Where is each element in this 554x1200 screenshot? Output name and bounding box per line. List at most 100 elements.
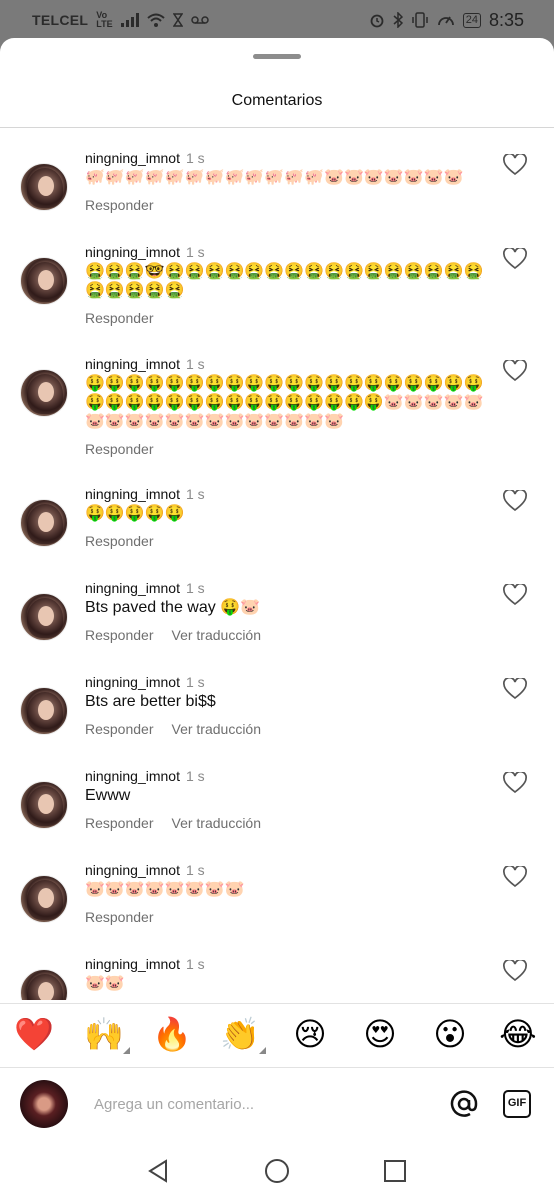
avatar[interactable] — [20, 875, 68, 923]
sheet-title: Comentarios — [231, 92, 323, 109]
skin-tone-indicator — [259, 1047, 266, 1054]
comment-actions: Responder — [85, 310, 154, 326]
heart-emoji-button[interactable]: ❤️ — [14, 1014, 54, 1054]
avatar[interactable] — [20, 969, 68, 1000]
comment-row: ningning_imnot 1 s 🐖🐖🐖🐖🐖🐖🐖🐖🐖🐖🐖🐖🐷🐷🐷🐷🐷🐷🐷 Resp… — [0, 150, 554, 240]
fire-emoji-button[interactable]: 🔥 — [152, 1014, 192, 1054]
clock: 8:35 — [488, 9, 524, 30]
comment-username[interactable]: ningning_imnot — [85, 486, 180, 502]
comment-username[interactable]: ningning_imnot — [85, 244, 180, 260]
gif-icon[interactable]: GIF — [503, 1090, 531, 1118]
reply-button[interactable]: Responder — [85, 310, 154, 326]
heart-outline-icon[interactable] — [503, 864, 527, 888]
comment-row: ningning_imnot 1 s 🤑🤑🤑🤑🤑🤑🤑🤑🤑🤑🤑🤑🤑🤑🤑🤑🤑🤑🤑🤑🤑🤑🤑… — [0, 356, 554, 457]
comment-header: ningning_imnot 1 s — [85, 244, 205, 260]
circle-home-icon[interactable] — [263, 1157, 291, 1185]
comment-text: Ewww — [85, 787, 131, 804]
comment-time: 1 s — [185, 486, 205, 502]
battery-level: 24 — [462, 12, 481, 28]
comment-time: 1 s — [185, 244, 205, 260]
comment-row: ningning_imnot 1 s Ewww Responder Ver traduc… — [0, 768, 554, 858]
comment-row: ningning_imnot 1 s 🐷🐷 — [0, 956, 554, 1000]
see-translation-button[interactable]: Ver traducción — [172, 721, 262, 737]
comment-username[interactable]: ningning_imnot — [85, 150, 180, 166]
quick-emoji-bar: ❤️ 🙌 🔥 👏 😢 😍 😮 😂 — [0, 1003, 554, 1067]
alarm-icon — [370, 14, 384, 28]
heart-outline-icon[interactable] — [503, 358, 527, 382]
comment-header: ningning_imnot 1 s — [85, 768, 205, 784]
emoji-glyph: 👏 — [220, 1016, 260, 1052]
comment-actions: Responder — [85, 909, 154, 925]
avatar[interactable] — [20, 163, 68, 211]
reply-button[interactable]: Responder — [85, 909, 154, 925]
see-translation-button[interactable]: Ver traducción — [172, 815, 262, 831]
comment-row: ningning_imnot 1 s 🤑🤑🤑🤑🤑 Responder — [0, 486, 554, 576]
comment-text: Bts are better bi$$ — [85, 693, 216, 710]
at-sign-icon[interactable] — [450, 1090, 478, 1118]
emoji-glyph: ❤️ — [14, 1016, 54, 1052]
heart-outline-icon[interactable] — [503, 770, 527, 794]
raised-hands-emoji-button[interactable]: 🙌 — [84, 1014, 130, 1054]
reply-button[interactable]: Responder — [85, 197, 154, 213]
avatar[interactable] — [20, 499, 68, 547]
drag-handle[interactable] — [253, 54, 301, 59]
comment-actions: Responder Ver traducción — [85, 721, 261, 737]
comments-list[interactable]: ningning_imnot 1 s 🐖🐖🐖🐖🐖🐖🐖🐖🐖🐖🐖🐖🐷🐷🐷🐷🐷🐷🐷 Resp… — [0, 128, 554, 1000]
voicemail-icon — [190, 16, 209, 24]
avatar[interactable] — [20, 593, 68, 641]
comment-row: ningning_imnot 1 s 🤮🤮🤮🤓🤮🤮🤮🤮🤮🤮🤮🤮🤮🤮🤮🤮🤮🤮🤮🤮🤮🤮🤮… — [0, 244, 554, 334]
comment-username[interactable]: ningning_imnot — [85, 356, 180, 372]
bluetooth-icon — [393, 12, 403, 28]
comment-actions: Responder Ver traducción — [85, 627, 261, 643]
comment-composer: GIF — [0, 1067, 554, 1141]
reply-button[interactable]: Responder — [85, 815, 154, 831]
comment-text: 🐷🐷 — [85, 975, 125, 992]
comment-time: 1 s — [185, 356, 205, 372]
heart-outline-icon[interactable] — [503, 152, 527, 176]
comment-text: 🤑🤑🤑🤑🤑🤑🤑🤑🤑🤑🤑🤑🤑🤑🤑🤑🤑🤑🤑🤑🤑🤑🤑🤑🤑🤑🤑🤑🤑🤑🤑🤑🤑🤑🤑🐷🐷🐷🐷🐷… — [85, 375, 484, 430]
carrier-name: TELCEL — [32, 12, 89, 28]
heart-outline-icon[interactable] — [503, 488, 527, 512]
signal-icon — [120, 13, 139, 27]
heart-eyes-emoji-button[interactable]: 😍 — [360, 1014, 400, 1054]
reply-button[interactable]: Responder — [85, 721, 154, 737]
comment-username[interactable]: ningning_imnot — [85, 580, 180, 596]
heart-outline-icon[interactable] — [503, 958, 527, 982]
comment-header: ningning_imnot 1 s — [85, 150, 205, 166]
comments-sheet: Comentarios ningning_imnot 1 s 🐖🐖🐖🐖🐖🐖🐖🐖🐖🐖🐖… — [0, 38, 554, 1200]
comment-header: ningning_imnot 1 s — [85, 356, 205, 372]
triangle-back-icon[interactable] — [144, 1157, 172, 1185]
heart-outline-icon[interactable] — [503, 582, 527, 606]
comment-row: ningning_imnot 1 s Bts are better bi$$ Resp… — [0, 674, 554, 764]
heart-outline-icon[interactable] — [503, 676, 527, 700]
crying-emoji-button[interactable]: 😢 — [290, 1014, 330, 1054]
comment-username[interactable]: ningning_imnot — [85, 862, 180, 878]
comment-username[interactable]: ningning_imnot — [85, 768, 180, 784]
surprised-emoji-button[interactable]: 😮 — [430, 1014, 470, 1054]
comment-actions: Responder — [85, 533, 154, 549]
comment-time: 1 s — [185, 862, 205, 878]
status-left: TELCEL Vo LTE — [32, 11, 209, 29]
avatar[interactable] — [20, 257, 68, 305]
comment-text: 🤮🤮🤮🤓🤮🤮🤮🤮🤮🤮🤮🤮🤮🤮🤮🤮🤮🤮🤮🤮🤮🤮🤮🤮🤮 — [85, 263, 484, 299]
avatar[interactable] — [20, 687, 68, 735]
avatar[interactable] — [20, 369, 68, 417]
comment-username[interactable]: ningning_imnot — [85, 956, 180, 972]
reply-button[interactable]: Responder — [85, 533, 154, 549]
network-type: Vo LTE — [96, 10, 113, 29]
clap-emoji-button[interactable]: 👏 — [220, 1014, 266, 1054]
square-recents-icon[interactable] — [381, 1157, 409, 1185]
see-translation-button[interactable]: Ver traducción — [172, 627, 262, 643]
emoji-glyph: 😍 — [363, 1016, 397, 1052]
comment-actions: Responder — [85, 197, 154, 213]
laughing-emoji-button[interactable]: 😂 — [498, 1014, 538, 1054]
heart-outline-icon[interactable] — [503, 246, 527, 270]
comment-time: 1 s — [185, 956, 205, 972]
reply-button[interactable]: Responder — [85, 441, 154, 457]
avatar[interactable] — [20, 781, 68, 829]
reply-button[interactable]: Responder — [85, 627, 154, 643]
comment-username[interactable]: ningning_imnot — [85, 674, 180, 690]
comment-text: 🐖🐖🐖🐖🐖🐖🐖🐖🐖🐖🐖🐖🐷🐷🐷🐷🐷🐷🐷 — [85, 169, 464, 186]
vibrate-icon — [411, 12, 428, 28]
comment-input[interactable] — [94, 1092, 394, 1116]
